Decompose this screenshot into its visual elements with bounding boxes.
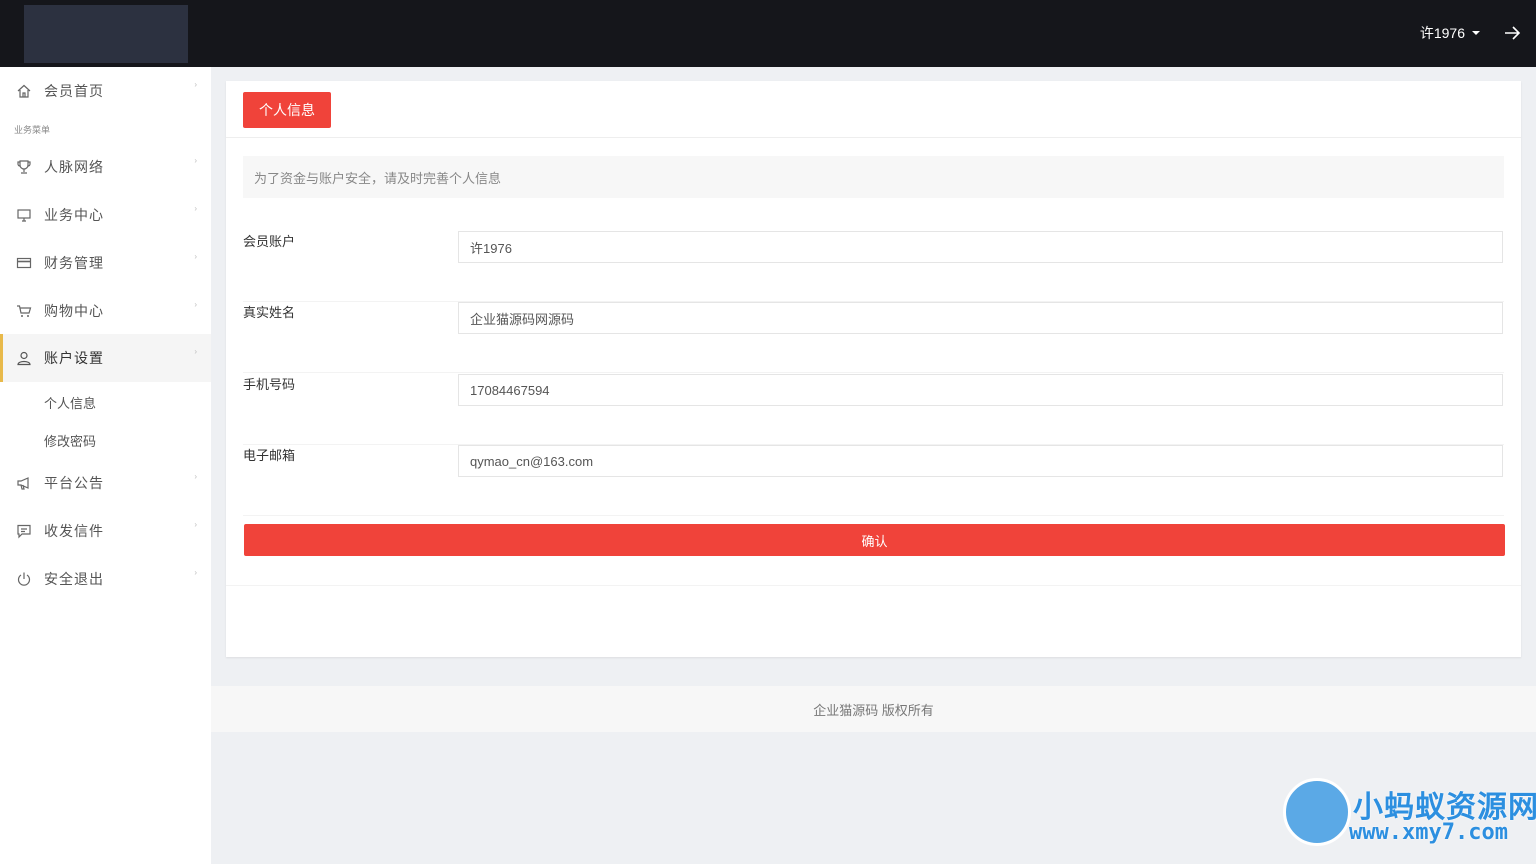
sidebar-item-label: 会员首页 [44,83,104,99]
logout-arrow-icon[interactable] [1502,22,1522,44]
sidebar-item-label: 财务管理 [44,255,104,271]
sidebar-item-label: 平台公告 [44,475,104,491]
watermark-url: www.xmy7.com [1349,820,1508,845]
home-icon [15,82,33,100]
power-icon [15,570,33,588]
sidebar-item-shop[interactable]: 购物中心 › [0,287,211,335]
email-label: 电子邮箱 [243,448,296,463]
sidebar-item-finance[interactable]: 财务管理 › [0,239,211,287]
sidebar-item-label: 安全退出 [44,571,104,587]
sidebar-item-label: 人脉网络 [44,159,104,175]
sidebar-item-messages[interactable]: 收发信件 › [0,507,211,555]
sidebar-item-business[interactable]: 业务中心 › [0,191,211,239]
trophy-icon [15,158,33,176]
watermark: 小蚂蚁资源网 www.xmy7.com [1283,778,1536,864]
sidebar-item-label: 购物中心 [44,303,104,319]
chevron-icon: › [194,80,197,89]
copyright-text: 企业猫源码 版权所有 [813,702,934,718]
caret-down-icon [1472,31,1480,35]
chevron-icon: › [194,204,197,213]
chevron-icon: › [194,568,197,577]
logo[interactable] [24,5,188,63]
user-icon [15,349,33,367]
user-menu[interactable]: 许1976 [1420,23,1480,43]
sidebar-item-network[interactable]: 人脉网络 › [0,143,211,191]
phone-label: 手机号码 [243,377,296,392]
sidebar-item-announcements[interactable]: 平台公告 › [0,459,211,507]
email-field[interactable] [458,445,1503,477]
sidebar-item-label: 收发信件 [44,523,104,539]
notice-banner: 为了资金与账户安全，请及时完善个人信息 [243,156,1504,198]
footer: 企业猫源码 版权所有 [211,686,1536,732]
username-label: 许1976 [1419,25,1465,41]
realname-field[interactable] [458,302,1503,334]
account-label: 会员账户 [243,234,296,249]
sidebar: 会员首页 › 业务菜单 人脉网络 › 业务中心 › 财务管理 › 购物中心 › [0,67,211,864]
sidebar-item-logout[interactable]: 安全退出 › [0,555,211,603]
section-label: 业务菜单 [14,125,51,135]
card-icon [15,254,33,272]
chevron-icon: › [194,347,197,356]
chevron-icon: › [194,252,197,261]
profile-card: 个人信息 为了资金与账户安全，请及时完善个人信息 会员账户 真实姓名 手机号码 … [226,81,1521,657]
realname-label: 真实姓名 [243,305,296,320]
account-field[interactable] [458,231,1503,263]
divider [226,585,1521,586]
chevron-icon: › [194,520,197,529]
form-row-email: 电子邮箱 [243,445,1504,516]
chevron-icon: › [194,472,197,481]
message-icon [15,522,33,540]
sidebar-item-account[interactable]: 账户设置 › [0,334,211,382]
sidebar-item-label: 账户设置 [44,350,104,366]
cart-icon [15,302,33,320]
form-row-account: 会员账户 [243,231,1504,302]
form-row-phone: 手机号码 [243,374,1504,445]
phone-field[interactable] [458,374,1503,406]
tab-profile[interactable]: 个人信息 [243,92,331,128]
chevron-icon: › [194,300,197,309]
top-navbar: 许1976 [0,0,1536,67]
megaphone-icon [15,474,33,492]
sidebar-item-home[interactable]: 会员首页 › [0,67,211,115]
monitor-icon [15,206,33,224]
form-row-realname: 真实姓名 [243,302,1504,373]
sub-item-change-password[interactable]: 修改密码 [44,431,96,450]
divider [226,137,1521,138]
watermark-logo-icon [1283,778,1351,846]
sub-item-profile[interactable]: 个人信息 [44,393,96,412]
confirm-button[interactable]: 确认 [244,524,1505,556]
chevron-icon: › [194,156,197,165]
sidebar-item-label: 业务中心 [44,207,104,223]
